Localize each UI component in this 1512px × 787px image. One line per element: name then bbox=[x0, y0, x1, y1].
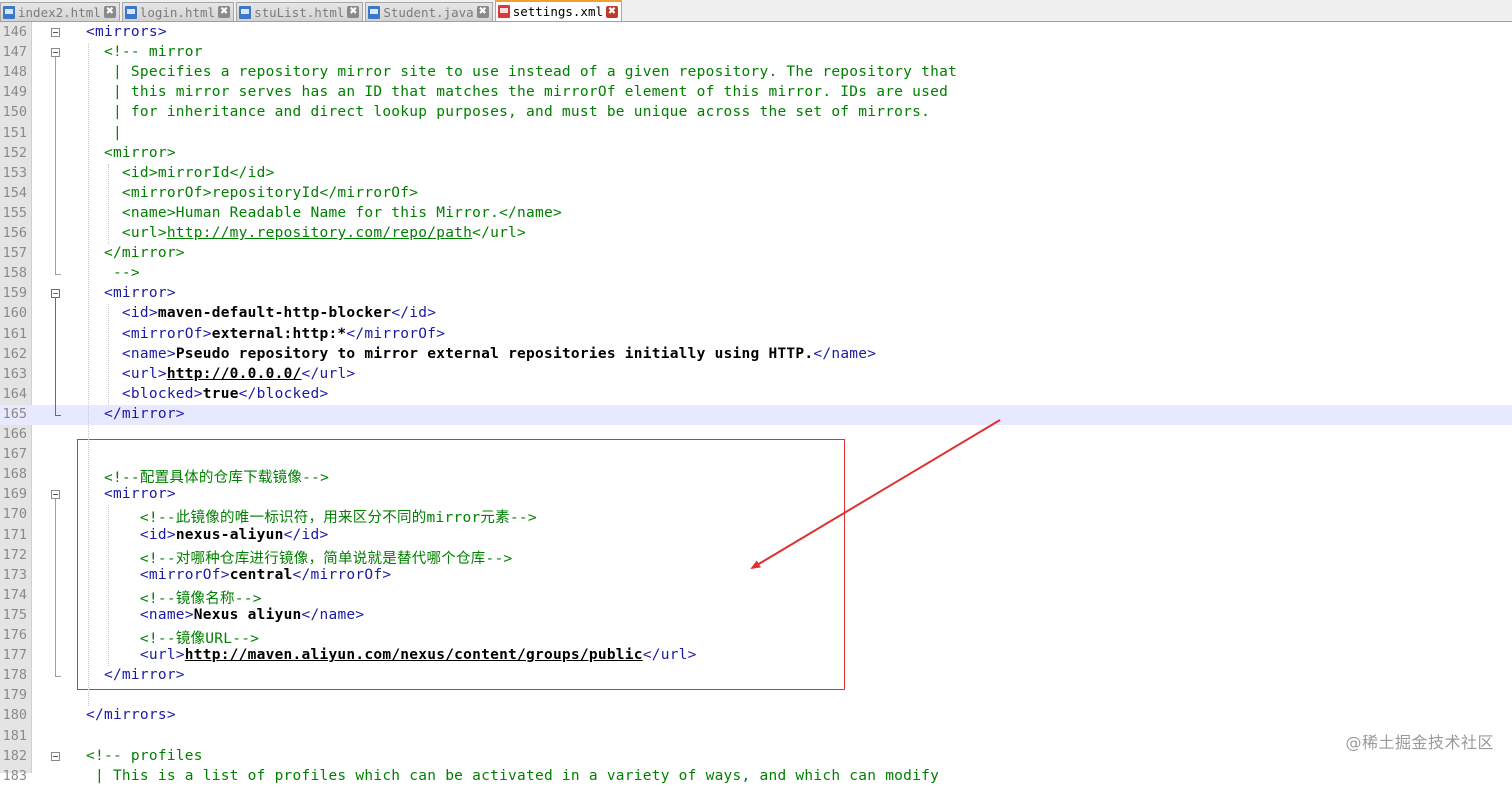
tab-label: stuList.html bbox=[254, 4, 345, 20]
fold-toggle-icon[interactable] bbox=[51, 490, 60, 500]
tab-label: settings.xml bbox=[512, 4, 603, 19]
fold-range-line bbox=[55, 298, 56, 415]
file-icon bbox=[497, 5, 510, 18]
tab-login-html[interactable]: login.html ✖ bbox=[121, 2, 235, 21]
indent-guide bbox=[108, 304, 109, 405]
fold-toggle-icon[interactable] bbox=[51, 48, 60, 58]
tab-label: Student.java bbox=[383, 4, 474, 20]
tab-label: login.html bbox=[139, 4, 216, 20]
tab-student-java[interactable]: Student.java ✖ bbox=[365, 2, 493, 21]
close-icon[interactable]: ✖ bbox=[606, 5, 618, 18]
close-icon[interactable]: ✖ bbox=[476, 6, 489, 18]
fold-toggle-icon[interactable] bbox=[51, 28, 60, 37]
fold-end-mark bbox=[55, 274, 61, 276]
tab-stulist-html[interactable]: stuList.html ✖ bbox=[236, 2, 364, 21]
fold-range-line bbox=[55, 499, 56, 677]
close-icon[interactable]: ✖ bbox=[347, 6, 360, 18]
indent-guide bbox=[88, 43, 89, 707]
annotation-arrow bbox=[750, 419, 1001, 570]
code-editor[interactable]: 146 <mirrors> 147 <!-- mirror 148 | Specifi… bbox=[0, 22, 1512, 784]
fold-end-mark bbox=[55, 414, 61, 416]
file-icon bbox=[124, 5, 137, 19]
tab-settings-xml[interactable]: settings.xml ✖ bbox=[494, 0, 622, 21]
fold-range-line bbox=[55, 57, 56, 275]
watermark: @稀土掘金技术社区 bbox=[1345, 733, 1494, 752]
file-icon bbox=[368, 5, 381, 19]
fold-end-mark bbox=[55, 676, 61, 678]
tab-index2-html[interactable]: index2.html ✖ bbox=[0, 2, 120, 21]
close-icon[interactable]: ✖ bbox=[218, 6, 231, 18]
indent-guide bbox=[108, 163, 109, 245]
fold-toggle-icon[interactable] bbox=[51, 289, 60, 299]
tab-bar: index2.html ✖ login.html ✖ stuList.html ✖ Stud… bbox=[0, 0, 1512, 22]
close-icon[interactable]: ✖ bbox=[103, 6, 116, 18]
fold-toggle-icon[interactable] bbox=[51, 751, 60, 761]
tab-label: index2.html bbox=[18, 4, 101, 20]
indent-guide bbox=[108, 505, 109, 667]
file-icon bbox=[3, 5, 15, 19]
file-icon bbox=[239, 5, 252, 19]
